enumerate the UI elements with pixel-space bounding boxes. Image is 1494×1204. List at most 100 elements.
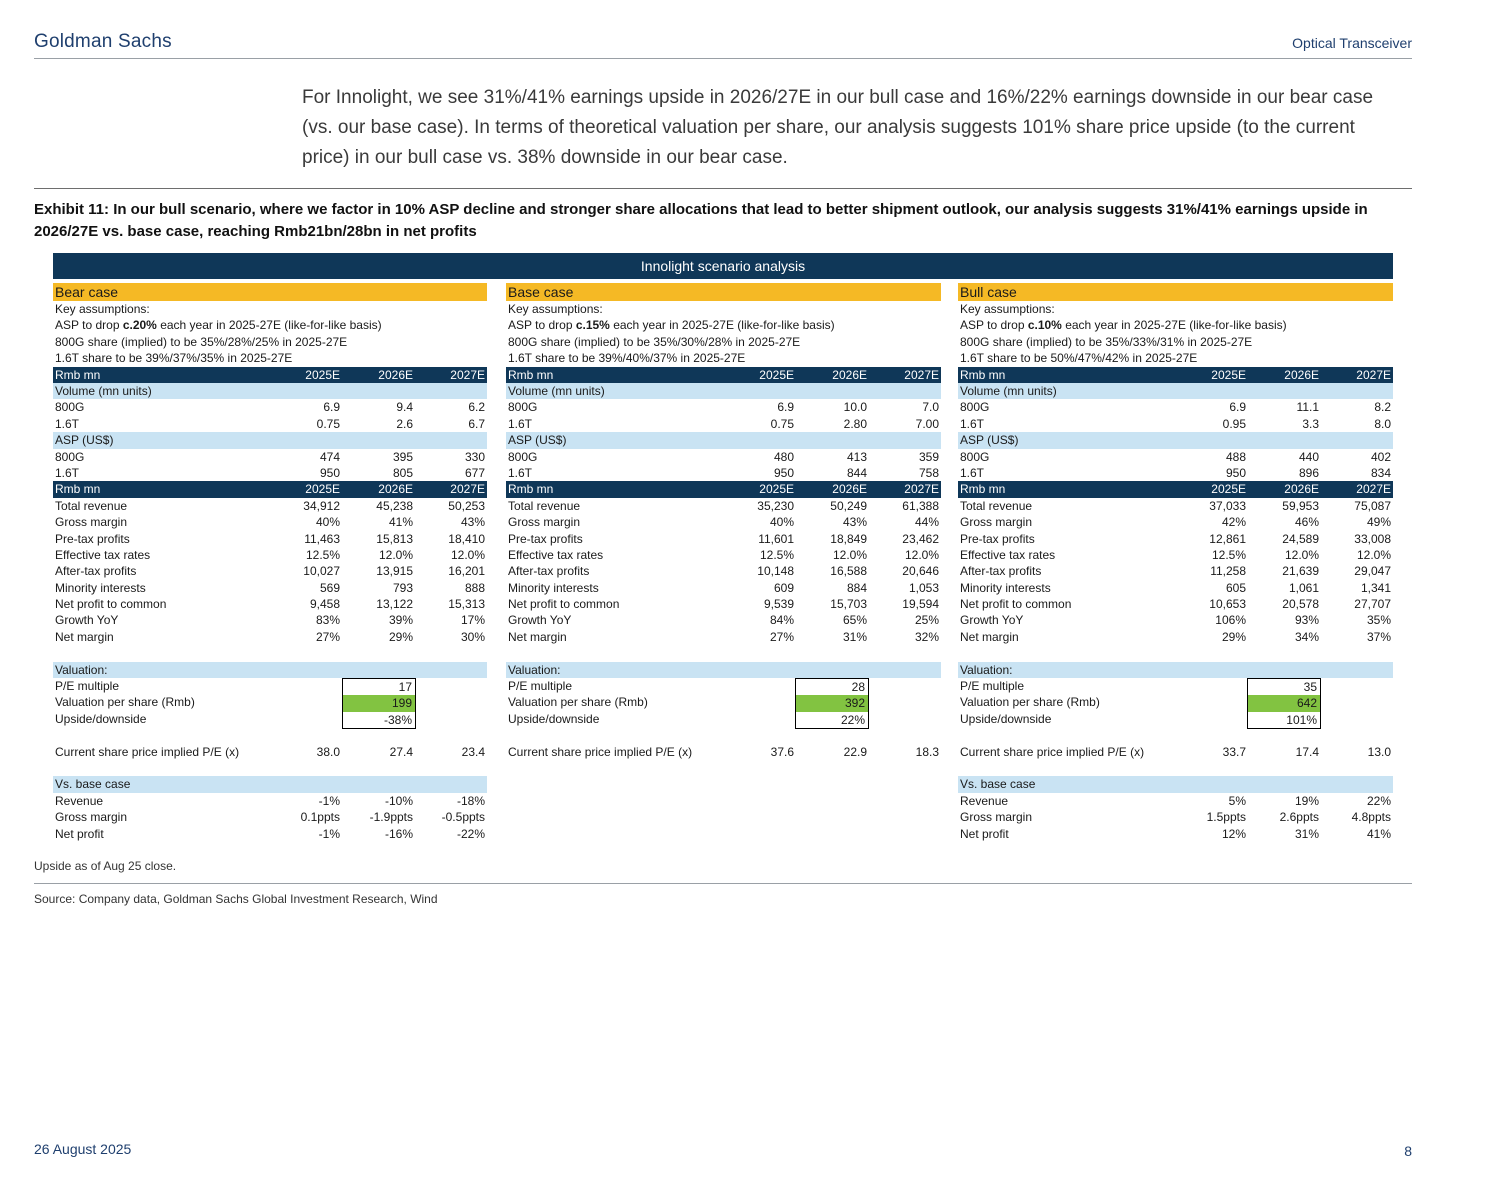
asp-row-value: 402: [1370, 449, 1391, 464]
pe-multiple-value: 17: [398, 680, 412, 695]
pl-row-value: 12.0%: [1284, 547, 1319, 562]
upside-note: Upside as of Aug 25 close.: [34, 859, 177, 873]
pl-row-value: 42%: [1221, 515, 1246, 530]
year-header: 2025E: [1211, 367, 1246, 382]
pl-row-value: 13,122: [376, 597, 413, 612]
asp-row-value: 395: [392, 449, 413, 464]
pl-row-label: Gross margin: [960, 515, 1033, 530]
section-name: Optical Transceiver: [1292, 35, 1412, 51]
asp-row-label: 800G: [55, 449, 85, 464]
assumption-asp-drop: ASP to drop c.15% each year in 2025-27E …: [506, 317, 941, 333]
pl-row-value: 33,008: [1354, 531, 1391, 546]
vs-base-row-value: -1%: [318, 826, 340, 841]
pl-row-value: 884: [846, 580, 867, 595]
pl-row-value: 37,033: [1209, 498, 1246, 513]
pl-row-value: 29%: [388, 629, 413, 644]
valuation-per-share-value: 642: [1248, 695, 1320, 712]
pl-row: Pre-tax profits 12,861 24,589 33,008: [958, 531, 1393, 547]
pl-header-row: Rmb mn 2025E 2026E 2027E: [53, 481, 487, 498]
valuation-section: Valuation:: [506, 661, 941, 679]
assumption-800g-share: 800G share (implied) to be 35%/30%/28% i…: [508, 334, 801, 349]
vs-base-section: Vs. base case: [958, 776, 1393, 793]
year-header: 2027E: [450, 367, 485, 382]
volume-row-value: 7.00: [915, 416, 939, 431]
brand-name: Goldman Sachs: [34, 31, 172, 52]
valuation-section: Valuation:: [53, 661, 487, 679]
pl-row-label: Minority interests: [960, 580, 1051, 595]
asp-row-value: 758: [918, 465, 939, 480]
year-header: 2026E: [1284, 482, 1319, 497]
volume-row: 1.6T 0.75 2.6 6.7: [53, 416, 487, 432]
vs-base-row-value: 12%: [1221, 826, 1246, 841]
pl-row: Net margin 27% 31% 32%: [506, 629, 941, 645]
pl-row: After-tax profits 10,148 16,588 20,646: [506, 563, 941, 579]
unit-header: Rmb mn: [960, 482, 1006, 497]
year-header-row: Rmb mn 2025E 2026E 2027E: [53, 366, 487, 384]
valuation-row: Valuation per share (Rmb): [506, 694, 941, 710]
source-line: Source: Company data, Goldman Sachs Glob…: [34, 892, 438, 906]
valuation-row: Valuation per share (Rmb): [958, 694, 1393, 710]
implied-pe-row-label: Current share price implied P/E (x): [508, 744, 693, 759]
volume-section: Volume (mn units): [958, 383, 1393, 400]
year-header: 2025E: [305, 367, 340, 382]
year-header: 2027E: [1356, 482, 1391, 497]
pl-row: Net profit to common 10,653 20,578 27,707: [958, 596, 1393, 612]
vs-base-row-label: Revenue: [55, 793, 104, 808]
year-header: 2026E: [1284, 367, 1319, 382]
pl-row: Effective tax rates 12.5% 12.0% 12.0%: [506, 547, 941, 563]
pl-row-label: Net margin: [55, 629, 114, 644]
pl-row: Growth YoY 83% 39% 17%: [53, 612, 487, 628]
volume-row-label: 800G: [508, 400, 538, 415]
asp-section-label: ASP (US$): [55, 433, 114, 448]
pl-row-value: 30%: [460, 629, 485, 644]
valuation-block: P/E multiple Valuation per share (Rmb) Ups…: [53, 678, 487, 730]
pl-row-value: 34%: [1294, 629, 1319, 644]
asp-row-value: 844: [846, 465, 867, 480]
year-header: 2026E: [378, 482, 413, 497]
vs-base-row-value: 41%: [1366, 826, 1391, 841]
pl-row-value: 12.5%: [759, 547, 794, 562]
asp-row-label: 1.6T: [960, 465, 985, 480]
pl-row-value: 84%: [769, 613, 794, 628]
upside-value: -38%: [383, 712, 412, 727]
assumptions-heading: Key assumptions:: [508, 302, 603, 316]
pl-row-value: 61,388: [902, 498, 939, 513]
volume-row: 800G 6.9 10.0 7.0: [506, 399, 941, 415]
vs-base-row-value: -16%: [384, 826, 413, 841]
valuation-row: P/E multiple: [958, 678, 1393, 694]
asp-row-value: 440: [1298, 449, 1319, 464]
pl-row-label: After-tax profits: [960, 564, 1042, 579]
volume-row-value: 6.9: [323, 400, 340, 415]
vs-base-section-label: Vs. base case: [960, 777, 1036, 792]
pl-row-value: 40%: [769, 515, 794, 530]
pl-row-value: 16,201: [448, 564, 485, 579]
volume-row: 800G 6.9 9.4 6.2: [53, 399, 487, 415]
volume-row-value: 9.4: [396, 400, 413, 415]
pl-row-value: 27,707: [1354, 597, 1391, 612]
vs-base-row-label: Gross margin: [960, 810, 1033, 825]
asp-row-value: 834: [1370, 465, 1391, 480]
year-header: 2027E: [1356, 367, 1391, 382]
asp-row: 800G 488 440 402: [958, 449, 1393, 465]
pl-row-value: 9,458: [309, 597, 340, 612]
asp-row-value: 950: [773, 465, 794, 480]
volume-row: 1.6T 0.75 2.80 7.00: [506, 416, 941, 432]
valuation-section-label: Valuation:: [960, 662, 1013, 677]
valuation-row: Upside/downside: [506, 711, 941, 727]
asp-row-value: 896: [1298, 465, 1319, 480]
pl-row-value: 12.0%: [1356, 547, 1391, 562]
page-number: 8: [1404, 1143, 1412, 1159]
pl-row-label: Pre-tax profits: [55, 531, 130, 546]
assumption-16t-share: 1.6T share to be 39%/40%/37% in 2025-27E: [508, 351, 746, 366]
pl-row-value: 11,258: [1210, 564, 1246, 579]
unit-header: Rmb mn: [508, 482, 554, 497]
vs-base-row: Revenue 5% 19% 22%: [958, 793, 1393, 809]
pl-row-value: 45,238: [376, 498, 413, 513]
pl-row: Gross margin 42% 46% 49%: [958, 514, 1393, 530]
asp-section-label: ASP (US$): [960, 433, 1019, 448]
vs-base-row-value: 0.1ppts: [300, 810, 340, 825]
asp-row: 1.6T 950 805 677: [53, 465, 487, 481]
pl-row-value: 59,953: [1282, 498, 1319, 513]
implied-pe-row-value: 37.6: [770, 744, 794, 759]
